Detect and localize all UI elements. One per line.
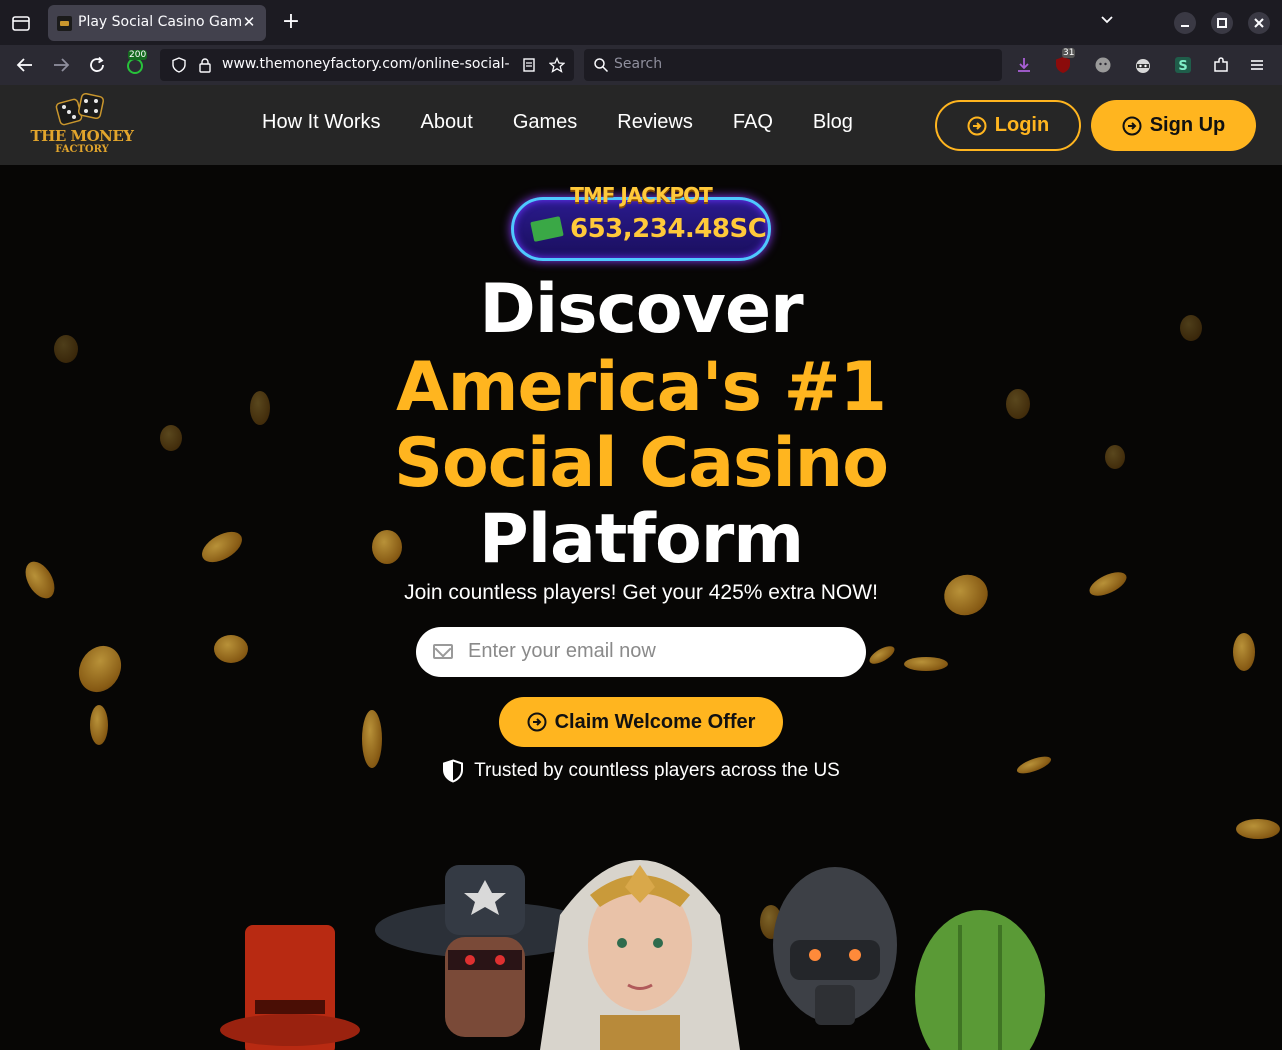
forward-arrow-icon[interactable] — [50, 54, 72, 76]
tab-title: Play Social Casino Games — [78, 14, 242, 30]
jackpot-value: 653,234.48SC — [570, 214, 767, 244]
casino-characters-illustration — [220, 860, 1045, 1050]
trust-note: Trusted by countless players across the … — [0, 759, 1282, 783]
nav-link-reviews[interactable]: Reviews — [617, 111, 693, 134]
nav-link-how-it-works[interactable]: How It Works — [262, 111, 381, 134]
browser-tab-bar: Play Social Casino Games ✕ + — [0, 0, 1282, 45]
close-window-icon[interactable] — [1248, 12, 1270, 34]
nav-link-games[interactable]: Games — [513, 111, 577, 134]
ublock-origin-icon[interactable]: 31 — [1052, 48, 1076, 76]
jackpot-title: TMF JACKPOT — [570, 183, 713, 207]
hero-subtitle: Join countless players! Get your 425% ex… — [404, 581, 878, 604]
search-bar[interactable]: Search — [584, 49, 1002, 81]
signup-button-label: Sign Up — [1149, 114, 1226, 136]
headline-line-2: America's #1 — [396, 348, 887, 427]
new-tab-plus-icon[interactable]: + — [280, 11, 302, 33]
login-button[interactable]: Login — [935, 100, 1081, 151]
bookmark-star-icon[interactable] — [546, 54, 568, 76]
claim-welcome-offer-button[interactable]: Claim Welcome Offer — [499, 697, 783, 747]
hero-section: 653,234.48SC TMF JACKPOT Discover Americ… — [0, 165, 1282, 1050]
main-navigation: How It Works About Games Reviews FAQ Blo… — [262, 111, 853, 134]
search-icon — [590, 54, 612, 76]
headline-line-1: Discover — [479, 270, 803, 349]
url-bar[interactable]: www.themoneyfactory.com/online-social- — [160, 49, 574, 81]
ublock-badge-count: 31 — [1062, 48, 1076, 58]
lock-icon[interactable] — [194, 54, 216, 76]
extension-s-icon[interactable]: S — [1172, 54, 1194, 76]
reload-icon[interactable] — [86, 54, 108, 76]
money-stack-icon — [530, 216, 564, 242]
browser-tab-active[interactable]: Play Social Casino Games ✕ — [48, 5, 266, 41]
list-all-tabs-chevron-icon[interactable] — [1096, 12, 1118, 34]
nav-link-blog[interactable]: Blog — [813, 111, 853, 134]
reader-view-icon[interactable] — [518, 54, 540, 76]
signup-button[interactable]: Sign Up — [1091, 100, 1256, 151]
extensions-puzzle-icon[interactable] — [1210, 54, 1232, 76]
url-text[interactable]: www.themoneyfactory.com/online-social- — [222, 56, 512, 72]
email-field[interactable] — [468, 640, 848, 663]
site-favicon-icon — [57, 16, 72, 31]
arrow-circle-right-icon — [527, 712, 547, 732]
nav-link-about[interactable]: About — [421, 111, 473, 134]
arrow-circle-right-icon — [1122, 116, 1142, 135]
minimize-window-icon[interactable] — [1174, 12, 1196, 34]
the-money-factory-logo[interactable]: THE MONEY FACTORY — [24, 91, 138, 157]
browser-nav-bar: 200 www.themoneyfactory.com/online-socia… — [0, 45, 1282, 85]
headline-line-4: Platform — [478, 500, 804, 579]
extension-face-icon[interactable] — [1092, 54, 1114, 76]
envelope-icon — [433, 644, 453, 659]
extension-status-icon[interactable]: 200 — [124, 50, 148, 76]
claim-button-label: Claim Welcome Offer — [554, 710, 756, 733]
email-field-container[interactable] — [416, 627, 866, 677]
login-button-label: Login — [994, 114, 1050, 136]
downloads-icon[interactable] — [1013, 54, 1035, 76]
site-header: THE MONEY FACTORY How It Works About Gam… — [0, 85, 1282, 165]
extension-badge-count: 200 — [128, 50, 148, 60]
tab-list-icon[interactable] — [10, 12, 32, 34]
dice-logo-icon — [55, 92, 105, 126]
back-arrow-icon[interactable] — [14, 54, 36, 76]
extension-raccoon-icon[interactable] — [1132, 54, 1154, 76]
logo-text-line2: FACTORY — [55, 144, 109, 155]
tracking-protection-shield-icon[interactable] — [168, 54, 190, 76]
headline-line-3: Social Casino — [394, 424, 889, 503]
search-placeholder: Search — [614, 56, 663, 72]
maximize-window-icon[interactable] — [1211, 12, 1233, 34]
nav-link-faq[interactable]: FAQ — [733, 111, 773, 134]
menu-hamburger-icon[interactable] — [1246, 54, 1268, 76]
trust-note-text: Trusted by countless players across the … — [474, 760, 840, 781]
svg-text:S: S — [1178, 59, 1187, 74]
tab-close-icon[interactable]: ✕ — [240, 13, 258, 31]
arrow-circle-right-icon — [967, 116, 987, 135]
logo-text-line1: THE MONEY — [30, 127, 134, 145]
shield-icon — [443, 759, 464, 783]
